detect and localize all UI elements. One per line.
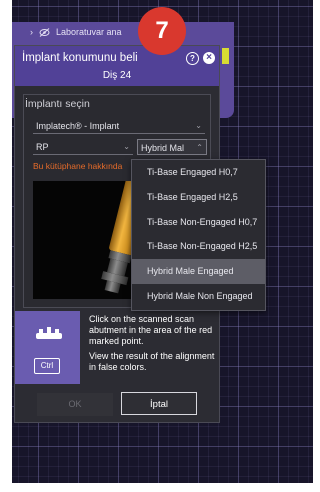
implant-type-dropdown[interactable]: Ti-Base Engaged H0,7 Ti-Base Engaged H2,… (131, 159, 266, 311)
dropdown-option[interactable]: Ti-Base Non-Engaged H0,7 (132, 210, 265, 235)
dropdown-option[interactable]: Ti-Base Engaged H0,7 (132, 160, 265, 185)
instruction-text: Click on the scanned scan abutment in th… (89, 314, 219, 377)
dropdown-option[interactable]: Ti-Base Non-Engaged H2,5 (132, 234, 265, 259)
manufacturer-value: Implatech® - Implant (36, 121, 120, 131)
ctrl-key-icon: Ctrl (34, 358, 60, 374)
platform-value: RP (36, 142, 49, 152)
lab-header-label: Laboratuvar ana (56, 27, 122, 37)
close-icon[interactable]: × (203, 52, 215, 64)
ok-button[interactable]: OK (37, 393, 113, 416)
help-icon[interactable]: ? (186, 52, 199, 65)
dropdown-option-selected[interactable]: Hybrid Male Engaged (132, 259, 265, 284)
dropdown-option[interactable]: Ti-Base Engaged H2,5 (132, 185, 265, 210)
eye-hidden-icon[interactable] (39, 27, 50, 37)
type-select[interactable]: Hybrid Mal ⌃ (137, 139, 207, 155)
cancel-button[interactable]: İptal (121, 392, 197, 415)
tooth-label: Diş 24 (102, 70, 132, 81)
implant-position-dialog: İmplant konumunu beli Diş 24 ? × İmplant… (14, 45, 266, 423)
step-number-badge: 7 (138, 7, 186, 55)
dropdown-option[interactable]: Hybrid Male Non Engaged (132, 284, 265, 309)
chevron-right-icon[interactable]: › (30, 27, 33, 37)
chevron-up-icon: ⌃ (196, 143, 203, 152)
platform-select[interactable]: RP ⌄ (33, 139, 133, 155)
instruction-step-1: Click on the scanned scan abutment in th… (89, 314, 213, 346)
section-title: İmplantı seçin (25, 98, 90, 110)
chevron-down-icon: ⌄ (195, 121, 202, 130)
manufacturer-select[interactable]: Implatech® - Implant ⌄ (33, 118, 205, 134)
dialog-header: İmplant konumunu beli Diş 24 ? × (15, 46, 219, 86)
scan-click-icon (36, 327, 62, 339)
library-info-link[interactable]: Bu kütüphane hakkında (33, 161, 122, 171)
bottom-margin (0, 483, 313, 492)
yellow-indicator (222, 48, 229, 64)
chevron-down-icon: ⌄ (123, 142, 130, 151)
type-value: Hybrid Mal (141, 143, 185, 153)
dialog-title: İmplant konumunu beli (22, 52, 138, 64)
left-margin (0, 0, 12, 492)
instruction-step-2: View the result of the alignment in fals… (89, 351, 215, 372)
